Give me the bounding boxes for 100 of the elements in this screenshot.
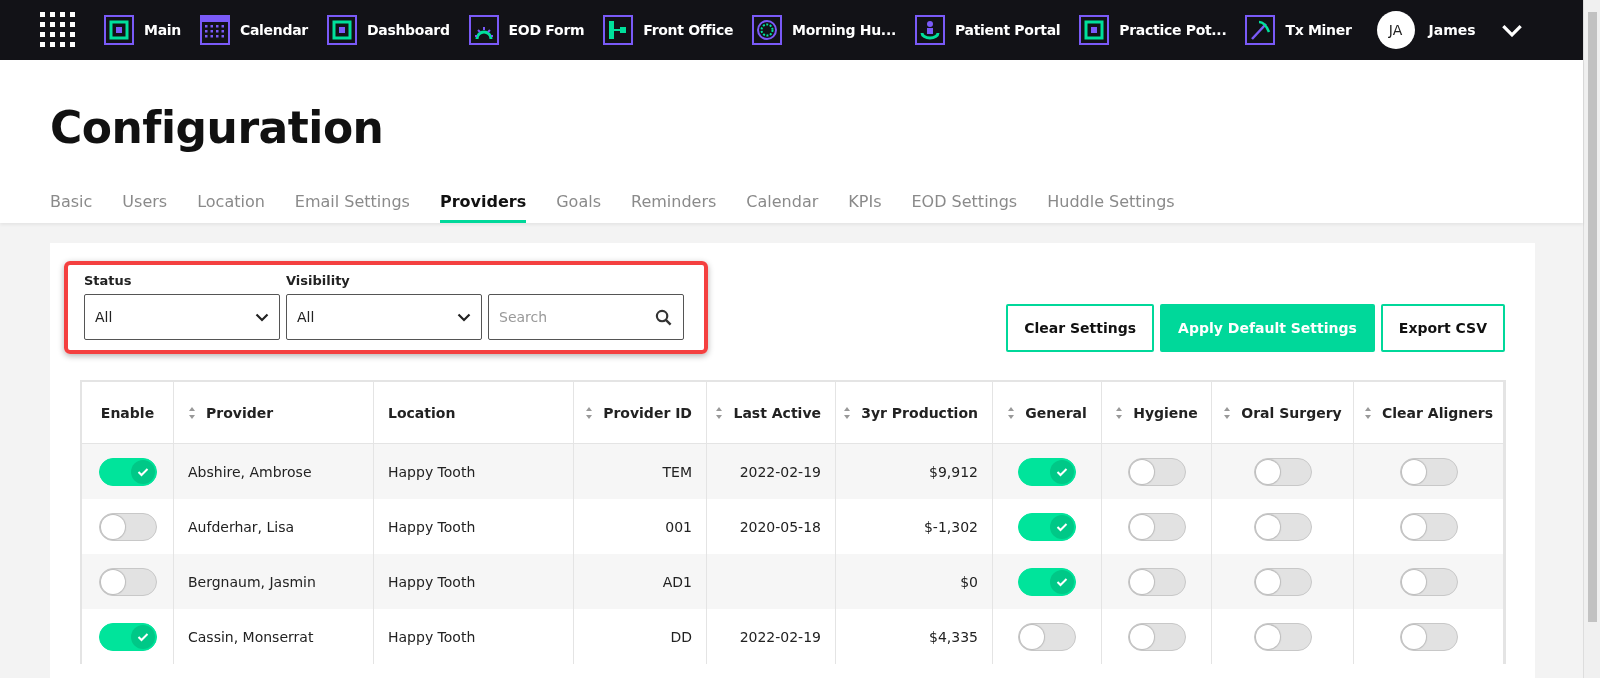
pickaxe-icon: [1245, 15, 1276, 45]
table-cell: 2020-05-18: [739, 518, 821, 535]
checkmark-icon: [1056, 466, 1068, 477]
settings-tab[interactable]: Email Settings: [294, 192, 410, 223]
nav-app-link[interactable]: Calendar: [199, 15, 308, 45]
toggle-switch[interactable]: [1018, 622, 1076, 651]
column-header: 3yr Production: [861, 404, 978, 421]
settings-tab[interactable]: Basic: [50, 192, 93, 223]
action-button[interactable]: Export CSV: [1380, 304, 1505, 352]
table-cell: 001: [665, 518, 692, 535]
search-field[interactable]: Search: [488, 294, 684, 340]
nav-app-link[interactable]: Main: [104, 15, 181, 45]
sort-icon[interactable]: [1115, 405, 1124, 420]
column-header: Provider ID: [603, 404, 692, 421]
table-cell: TEM: [662, 463, 692, 480]
nav-app-link[interactable]: Morning Hu...: [752, 15, 896, 45]
chevron-down-icon: [457, 312, 471, 322]
table-cell: Happy Tooth: [388, 463, 476, 480]
toggle-switch[interactable]: [1127, 512, 1186, 541]
sort-icon[interactable]: [1223, 405, 1232, 420]
table-cell: $9,912: [929, 463, 978, 480]
toggle-switch[interactable]: [1018, 567, 1076, 596]
table-cell: 2022-02-19: [739, 463, 821, 480]
toggle-switch[interactable]: [98, 622, 157, 651]
table-cell: $-1,302: [923, 518, 978, 535]
checkmark-icon: [136, 466, 149, 477]
toggle-switch[interactable]: [1399, 512, 1458, 541]
column-header: Clear Aligners: [1382, 404, 1493, 421]
sort-icon[interactable]: [585, 405, 594, 420]
square-icon: [1079, 15, 1110, 45]
checkmark-icon: [136, 631, 149, 642]
nav-app-link[interactable]: Front Office: [603, 15, 734, 45]
visibility-dropdown[interactable]: All: [286, 294, 482, 340]
column-header: Hygiene: [1133, 404, 1198, 421]
checkmark-icon: [1056, 576, 1068, 587]
toggle-switch[interactable]: [98, 567, 157, 596]
table-cell: Happy Tooth: [388, 518, 476, 535]
table-cell: Happy Tooth: [388, 573, 476, 590]
sort-icon[interactable]: [715, 405, 724, 420]
toggle-switch[interactable]: [1018, 512, 1076, 541]
filter-label: Visibility: [286, 273, 351, 288]
gauge-icon: [468, 15, 499, 45]
nav-app-link[interactable]: Practice Pot...: [1079, 15, 1227, 45]
column-header: Oral Surgery: [1241, 404, 1342, 421]
table-cell: Cassin, Monserrat: [188, 628, 314, 645]
action-button[interactable]: Clear Settings: [1006, 304, 1155, 352]
sort-icon[interactable]: [843, 405, 852, 420]
table-cell: AD1: [662, 573, 692, 590]
table-cell: DD: [670, 628, 692, 645]
toggle-switch[interactable]: [98, 457, 157, 486]
checkmark-icon: [1056, 521, 1068, 532]
column-header: Last Active: [733, 404, 821, 421]
settings-tab[interactable]: Calendar: [746, 192, 819, 223]
toggle-switch[interactable]: [1018, 457, 1076, 486]
status-dropdown[interactable]: All: [84, 294, 280, 340]
settings-tab[interactable]: KPIs: [848, 192, 882, 223]
chevron-down-icon[interactable]: [1501, 23, 1523, 37]
apps-grid-icon[interactable]: [40, 12, 76, 48]
filter-label: Status: [84, 273, 133, 288]
sort-icon[interactable]: [1364, 405, 1373, 420]
flowchart-icon: [603, 15, 634, 45]
toggle-switch[interactable]: [98, 512, 157, 541]
toggle-switch[interactable]: [1399, 457, 1458, 486]
toggle-switch[interactable]: [1253, 512, 1312, 541]
column-header: General: [1025, 404, 1087, 421]
settings-tab[interactable]: Location: [197, 192, 265, 223]
nav-app-link[interactable]: Dashboard: [326, 15, 450, 45]
settings-tab[interactable]: Goals: [556, 192, 601, 223]
toggle-switch[interactable]: [1399, 567, 1458, 596]
calendar-icon: [199, 15, 230, 45]
table-cell: Aufderhar, Lisa: [188, 518, 295, 535]
scrollbar[interactable]: [1583, 0, 1600, 678]
settings-tab[interactable]: Huddle Settings: [1047, 192, 1175, 223]
nav-app-link[interactable]: EOD Form: [468, 15, 585, 45]
table-cell: 2022-02-19: [739, 628, 821, 645]
toggle-switch[interactable]: [1399, 622, 1458, 651]
toggle-switch[interactable]: [1127, 622, 1186, 651]
column-header: Provider: [206, 404, 274, 421]
person-icon: [914, 15, 945, 45]
table-cell: $4,335: [929, 628, 978, 645]
search-icon: [655, 309, 672, 326]
toggle-switch[interactable]: [1253, 622, 1312, 651]
user-name[interactable]: James: [1428, 22, 1476, 38]
toggle-switch[interactable]: [1127, 457, 1186, 486]
toggle-switch[interactable]: [1127, 567, 1186, 596]
dial-icon: [752, 15, 783, 45]
column-header: Location: [388, 404, 456, 421]
nav-app-link[interactable]: Tx Miner: [1245, 15, 1352, 45]
page-title: Configuration: [50, 101, 385, 155]
user-avatar[interactable]: JA: [1376, 11, 1415, 49]
column-header: Enable: [100, 404, 155, 421]
toggle-switch[interactable]: [1253, 457, 1312, 486]
nav-app-link[interactable]: Patient Portal: [914, 15, 1061, 45]
sort-icon[interactable]: [1007, 405, 1016, 420]
square-icon: [104, 15, 134, 45]
table-cell: $0: [960, 573, 978, 590]
chevron-down-icon: [255, 312, 269, 322]
toggle-switch[interactable]: [1253, 567, 1312, 596]
sort-icon[interactable]: [188, 405, 196, 420]
square-icon: [326, 15, 357, 45]
